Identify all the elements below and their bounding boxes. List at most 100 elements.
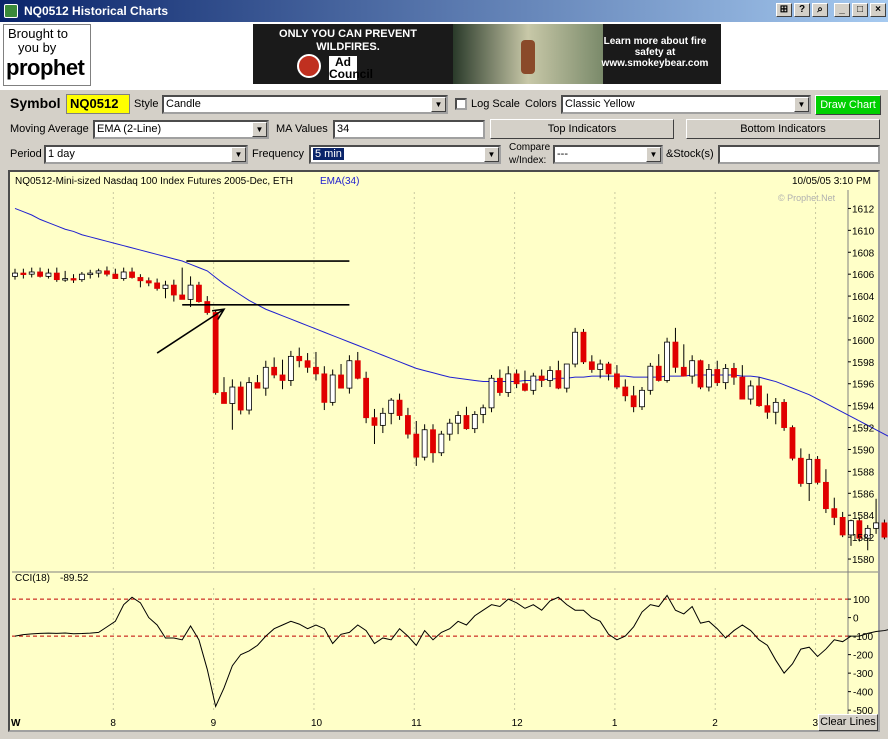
y-tick-label: 1592 <box>852 424 875 435</box>
candle-body <box>538 375 545 381</box>
y-tick-label: 1582 <box>852 533 875 544</box>
x-tick-label: 8 <box>110 718 116 729</box>
candle-body <box>53 272 60 281</box>
candle-body <box>313 366 319 375</box>
cci-tick-label: -200 <box>853 651 873 662</box>
candle-body <box>614 373 620 388</box>
candle-body <box>287 355 294 381</box>
candle-body <box>555 370 562 389</box>
y-tick-label: 1606 <box>852 270 875 281</box>
candle-body <box>28 271 35 275</box>
candle-body <box>20 272 27 275</box>
cci-tick-label: -400 <box>853 688 873 699</box>
candle-body <box>212 312 219 393</box>
candle-body <box>145 280 152 284</box>
candle-body <box>137 277 144 282</box>
candle-body <box>797 457 804 484</box>
candle-body <box>731 367 737 378</box>
candle-body <box>605 363 612 375</box>
ema-line <box>14 207 888 437</box>
candle-body <box>789 427 796 459</box>
candle-body <box>881 522 888 538</box>
candle-body <box>647 365 654 391</box>
candle-body <box>705 369 712 388</box>
chart-heading: NQ0512-Mini-sized Nasdaq 100 Index Futur… <box>15 176 293 187</box>
candle-body <box>87 272 94 275</box>
y-tick-label: 1612 <box>852 204 875 215</box>
candle-body <box>814 458 821 483</box>
candle-body <box>254 382 261 389</box>
candle-body <box>764 405 771 413</box>
candle-body <box>622 386 629 397</box>
candle-body <box>513 373 520 385</box>
x-tick-label: W <box>11 718 21 729</box>
candle-body <box>78 273 85 281</box>
x-tick-label: 2 <box>712 718 718 729</box>
y-tick-label: 1596 <box>852 380 875 391</box>
candle-body <box>329 374 336 403</box>
y-tick-label: 1586 <box>852 489 875 500</box>
candle-body <box>179 294 186 300</box>
candle-body <box>831 508 838 518</box>
candle-body <box>505 373 512 393</box>
candle-body <box>488 377 495 409</box>
price-chart[interactable]: NQ0512-Mini-sized Nasdaq 100 Index Futur… <box>0 0 888 739</box>
candle-body <box>722 367 729 384</box>
candle-body <box>630 395 637 408</box>
candle-body <box>446 422 453 435</box>
candle-body <box>597 363 604 370</box>
candle-body <box>547 370 553 381</box>
candle-body <box>873 522 879 529</box>
candle-body <box>756 385 762 407</box>
candle-body <box>839 517 846 536</box>
candle-body <box>405 415 411 435</box>
ema-label: EMA(34) <box>320 176 359 187</box>
candle-body <box>338 374 344 389</box>
candle-body <box>279 374 286 381</box>
candle-body <box>363 377 370 419</box>
x-tick-label: 9 <box>211 718 217 729</box>
y-tick-label: 1590 <box>852 445 875 456</box>
candle-body <box>430 429 436 454</box>
cci-label: CCI(18) <box>15 573 50 584</box>
candle-body <box>563 363 570 389</box>
candle-body <box>262 366 269 389</box>
candle-body <box>162 284 169 289</box>
candle-body <box>455 415 461 424</box>
candle-body <box>346 360 353 389</box>
candle-body <box>739 376 746 400</box>
y-tick-label: 1588 <box>852 467 875 478</box>
candle-body <box>237 386 244 411</box>
candle-body <box>413 433 420 458</box>
y-tick-label: 1600 <box>852 336 875 347</box>
candle-body <box>104 270 110 275</box>
candle-body <box>463 415 470 430</box>
chart-timestamp: 10/05/05 3:10 PM <box>792 176 871 187</box>
candle-body <box>806 458 813 484</box>
candle-body <box>471 414 478 430</box>
candle-body <box>438 433 445 454</box>
candle-body <box>37 271 43 277</box>
y-tick-label: 1580 <box>852 555 875 566</box>
candle-body <box>229 386 236 404</box>
candle-body <box>62 278 69 281</box>
candle-body <box>572 331 579 365</box>
cci-value: -89.52 <box>60 573 89 584</box>
x-tick-label: 10 <box>311 718 323 729</box>
candle-body <box>321 373 328 403</box>
y-tick-label: 1598 <box>852 358 875 369</box>
clear-lines-button[interactable]: Clear Lines <box>818 714 878 731</box>
candle-body <box>655 365 662 381</box>
cci-tick-label: 0 <box>853 614 859 625</box>
y-tick-label: 1610 <box>852 226 875 237</box>
candle-body <box>588 361 595 370</box>
candle-body <box>95 270 102 274</box>
y-tick-label: 1608 <box>852 248 875 259</box>
cci-line <box>14 594 888 709</box>
candle-body <box>379 412 386 426</box>
candle-body <box>112 273 119 279</box>
x-tick-label: 11 <box>411 718 422 729</box>
candle-body <box>45 272 52 277</box>
cci-tick-label: 100 <box>853 595 870 606</box>
x-tick-label: 12 <box>512 718 524 729</box>
